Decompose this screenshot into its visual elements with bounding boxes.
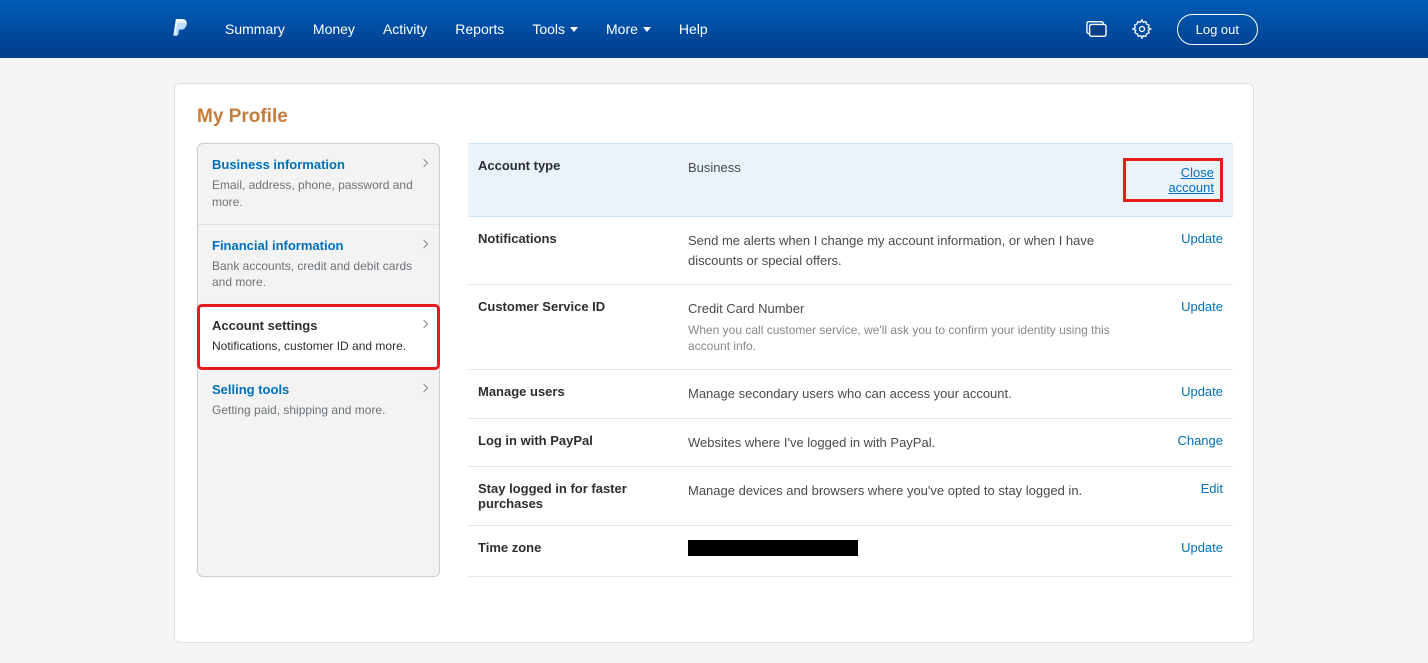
nav-money[interactable]: Money	[313, 21, 355, 37]
profile-container: My Profile Business information Email, ad…	[174, 83, 1254, 643]
app-header: Summary Money Activity Reports Tools Mor…	[0, 0, 1428, 58]
sidebar-item-selling-tools[interactable]: Selling tools Getting paid, shipping and …	[198, 369, 439, 432]
row-value	[688, 540, 1123, 562]
settings-row: Account typeBusiness Close account	[468, 143, 1233, 217]
row-label: Manage users	[478, 384, 688, 399]
nav-more[interactable]: More	[606, 21, 651, 37]
row-action: Update	[1123, 299, 1223, 314]
close-account-highlight: Close account	[1123, 158, 1223, 202]
main-nav: Summary Money Activity Reports Tools Mor…	[225, 21, 1085, 37]
row-value: Manage secondary users who can access yo…	[688, 384, 1123, 404]
settings-row: Manage usersManage secondary users who c…	[468, 370, 1233, 419]
nav-summary[interactable]: Summary	[225, 21, 285, 37]
row-value: Send me alerts when I change my account …	[688, 231, 1123, 270]
sidebar-item-financial-information[interactable]: Financial information Bank accounts, cred…	[198, 225, 439, 306]
sidebar-item-desc: Email, address, phone, password and more…	[212, 177, 425, 211]
nav-more-label: More	[606, 21, 638, 37]
nav-activity[interactable]: Activity	[383, 21, 427, 37]
row-action: Edit	[1123, 481, 1223, 496]
change-link[interactable]: Change	[1177, 433, 1223, 448]
update-link[interactable]: Update	[1181, 384, 1223, 399]
profile-sidebar: Business information Email, address, phon…	[197, 143, 440, 577]
logout-button[interactable]: Log out	[1177, 14, 1258, 45]
update-link[interactable]: Update	[1181, 231, 1223, 246]
row-label: Account type	[478, 158, 688, 173]
row-value: Business	[688, 158, 1123, 178]
row-action: Update	[1123, 231, 1223, 246]
sidebar-item-desc: Getting paid, shipping and more.	[212, 402, 425, 419]
row-label: Log in with PayPal	[478, 433, 688, 448]
redacted-block	[688, 540, 858, 556]
sidebar-item-title: Financial information	[212, 238, 425, 253]
settings-row: NotificationsSend me alerts when I chang…	[468, 217, 1233, 285]
row-label: Notifications	[478, 231, 688, 246]
row-value: Websites where I've logged in with PayPa…	[688, 433, 1123, 453]
row-value: Credit Card NumberWhen you call customer…	[688, 299, 1123, 355]
row-action: Update	[1123, 384, 1223, 399]
row-label: Stay logged in for faster purchases	[478, 481, 688, 511]
sidebar-item-title: Selling tools	[212, 382, 425, 397]
settings-main: Account typeBusiness Close account Notific…	[468, 143, 1243, 577]
nav-tools-label: Tools	[532, 21, 565, 37]
settings-row: Time zone Update	[468, 526, 1233, 577]
sidebar-item-title: Business information	[212, 157, 425, 172]
messages-icon[interactable]	[1085, 19, 1107, 39]
row-action: Change	[1123, 433, 1223, 448]
row-label: Customer Service ID	[478, 299, 688, 314]
sidebar-item-business-information[interactable]: Business information Email, address, phon…	[198, 144, 439, 225]
sidebar-item-desc: Bank accounts, credit and debit cards an…	[212, 258, 425, 292]
edit-link[interactable]: Edit	[1201, 481, 1223, 496]
update-link[interactable]: Update	[1181, 540, 1223, 555]
paypal-logo[interactable]	[170, 17, 190, 41]
row-value: Manage devices and browsers where you've…	[688, 481, 1123, 501]
sidebar-item-account-settings[interactable]: Account settings Notifications, customer …	[198, 305, 439, 369]
settings-row: Stay logged in for faster purchasesManag…	[468, 467, 1233, 526]
sidebar-item-title: Account settings	[212, 318, 425, 333]
close-account-link[interactable]: Close account	[1168, 165, 1214, 195]
update-link[interactable]: Update	[1181, 299, 1223, 314]
sidebar-item-desc: Notifications, customer ID and more.	[212, 338, 425, 355]
gear-icon[interactable]	[1132, 19, 1152, 39]
nav-help[interactable]: Help	[679, 21, 708, 37]
settings-row: Log in with PayPalWebsites where I've lo…	[468, 419, 1233, 468]
header-right: Log out	[1085, 14, 1258, 45]
nav-tools[interactable]: Tools	[532, 21, 578, 37]
row-label: Time zone	[478, 540, 688, 555]
page-title: My Profile	[197, 106, 1243, 128]
settings-row: Customer Service IDCredit Card NumberWhe…	[468, 285, 1233, 370]
row-subtext: When you call customer service, we'll as…	[688, 322, 1123, 356]
nav-reports[interactable]: Reports	[455, 21, 504, 37]
chevron-down-icon	[643, 27, 651, 32]
row-action: Update	[1123, 540, 1223, 555]
chevron-down-icon	[570, 27, 578, 32]
row-action: Close account	[1123, 158, 1223, 202]
